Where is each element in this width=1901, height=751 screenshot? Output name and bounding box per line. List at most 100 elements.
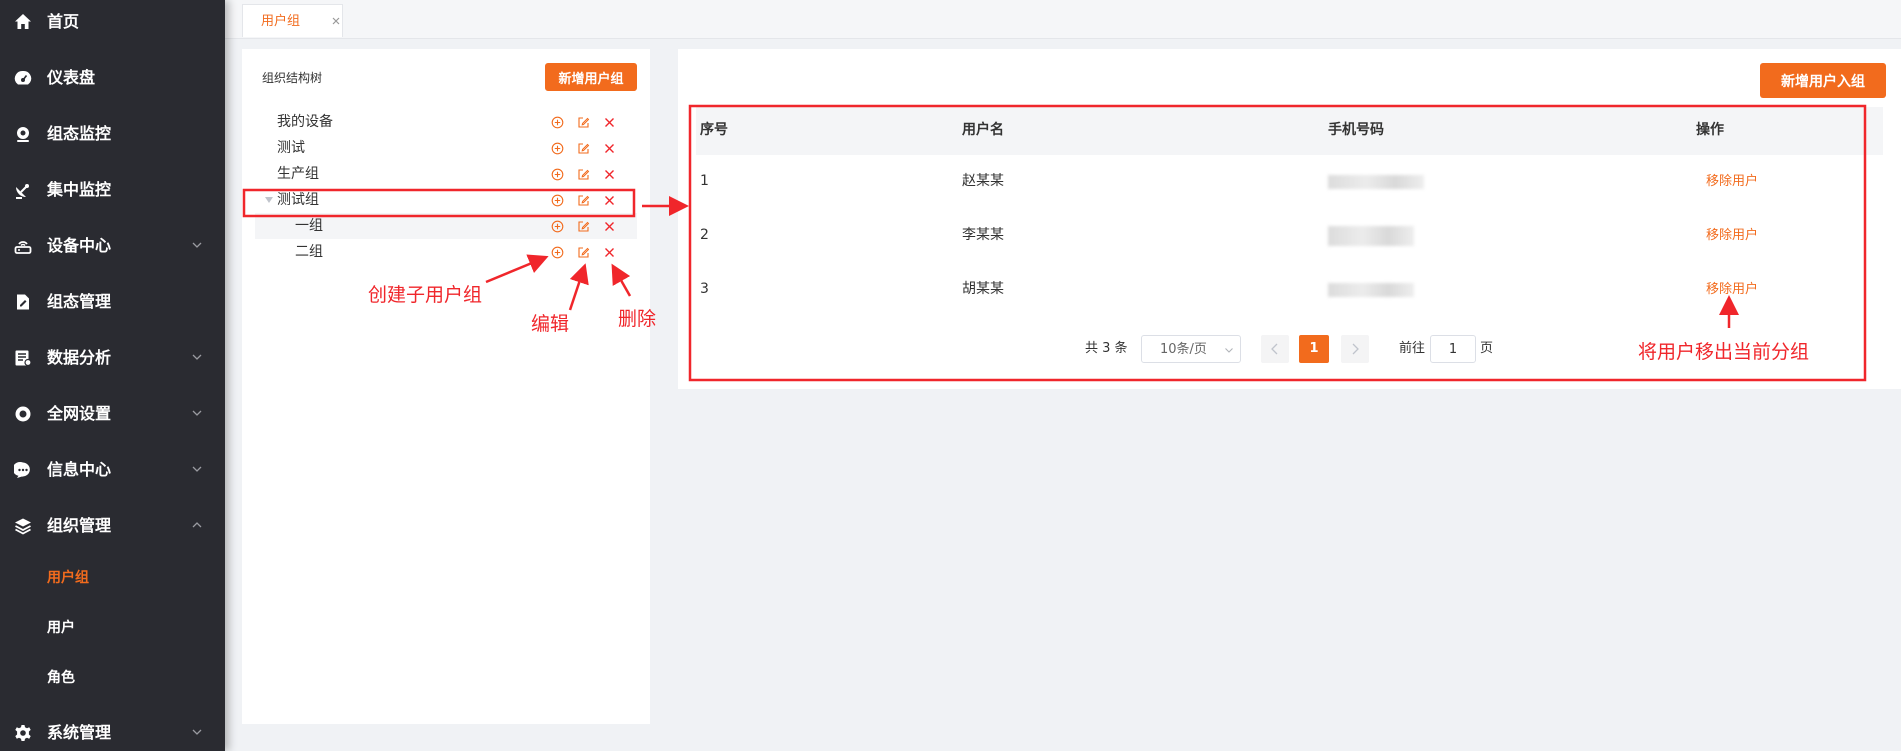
prev-page-button[interactable] <box>1261 335 1289 363</box>
tree-node-my-devices[interactable]: 我的设备 <box>255 109 637 135</box>
tab-bar: 用户组 <box>225 0 1901 39</box>
row-username: 赵某某 <box>962 173 1004 189</box>
ring-icon <box>15 406 31 422</box>
page-suffix: 页 <box>1480 341 1494 356</box>
row-username: 李某某 <box>962 227 1004 243</box>
tree-node-label: 二组 <box>295 244 323 260</box>
remove-user-link[interactable]: 移除用户 <box>1706 228 1758 243</box>
menu-label: 数据分析 <box>47 348 112 367</box>
close-icon[interactable] <box>331 16 341 26</box>
delete-icon[interactable] <box>603 142 616 155</box>
add-circle-icon[interactable] <box>551 142 564 155</box>
menu-label: 设备中心 <box>47 236 112 255</box>
annotation-create-sub-group: 创建子用户组 <box>368 284 483 306</box>
menu-label: 系统管理 <box>47 723 112 742</box>
column-header-phone: 手机号码 <box>1328 122 1384 138</box>
webcam-icon <box>17 127 29 142</box>
chevron-down-icon <box>192 354 202 360</box>
row-index: 2 <box>700 227 709 243</box>
submenu-label: 角色 <box>47 670 75 686</box>
chevron-down-icon <box>192 410 202 416</box>
edit-icon[interactable] <box>577 168 590 181</box>
caret-down-icon[interactable] <box>265 197 273 203</box>
tree-node-label: 一组 <box>295 218 323 234</box>
edit-icon[interactable] <box>577 220 590 233</box>
group-users-panel: 新增用户入组 序号 用户名 手机号码 操作 1 赵某某 移除用户 2 李某某 移… <box>678 49 1901 389</box>
submenu-label: 用户 <box>47 620 75 636</box>
row-index: 1 <box>700 173 709 189</box>
gear-icon <box>15 725 31 741</box>
router-icon <box>14 241 32 254</box>
phone-redacted <box>1328 283 1414 297</box>
tree-node-test[interactable]: 测试 <box>255 135 637 161</box>
add-circle-icon[interactable] <box>551 220 564 233</box>
tree-node-group-one[interactable]: 一组 <box>255 213 637 239</box>
menu-label: 组态管理 <box>47 292 112 311</box>
add-circle-icon[interactable] <box>551 168 564 181</box>
menu-item-config-manage[interactable]: 组态管理 <box>0 282 225 322</box>
submenu-item-user-group[interactable]: 用户组 <box>0 560 225 596</box>
menu-item-org-manage[interactable]: 组织管理 <box>0 506 225 546</box>
tree-node-production[interactable]: 生产组 <box>255 161 637 187</box>
menu-item-config-monitor[interactable]: 组态监控 <box>0 114 225 154</box>
menu-item-network-settings[interactable]: 全网设置 <box>0 394 225 434</box>
edit-icon[interactable] <box>577 194 590 207</box>
add-circle-icon[interactable] <box>551 116 564 129</box>
next-page-button[interactable] <box>1341 335 1369 363</box>
tab-label: 用户组 <box>261 14 301 29</box>
submenu-item-role[interactable]: 角色 <box>0 660 225 696</box>
chat-icon <box>14 461 30 478</box>
menu-item-dashboard[interactable]: 仪表盘 <box>0 58 225 98</box>
table-row: 3 胡某某 移除用户 <box>696 263 1883 317</box>
add-user-to-group-button[interactable]: 新增用户入组 <box>1760 63 1886 98</box>
page-size-select[interactable]: 10条/页 <box>1141 335 1241 363</box>
remove-user-link[interactable]: 移除用户 <box>1706 174 1758 189</box>
row-username: 胡某某 <box>962 281 1004 297</box>
menu-item-data-analysis[interactable]: 数据分析 <box>0 338 225 378</box>
delete-icon[interactable] <box>603 220 616 233</box>
delete-icon[interactable] <box>603 246 616 259</box>
sidebar: 首页 仪表盘 组态监控 集中监控 设备中心 组态管理 数据分析 全网设置 信息中… <box>0 0 225 751</box>
column-header-action: 操作 <box>1696 122 1724 138</box>
tab-user-group[interactable]: 用户组 <box>242 4 343 37</box>
menu-item-home[interactable]: 首页 <box>0 2 225 42</box>
add-circle-icon[interactable] <box>551 246 564 259</box>
phone-redacted <box>1328 175 1424 189</box>
edit-icon[interactable] <box>577 246 590 259</box>
home-icon <box>15 14 31 29</box>
table-row: 2 李某某 移除用户 <box>696 209 1883 263</box>
pagination-total: 共 3 条 <box>1085 341 1128 356</box>
add-user-group-button[interactable]: 新增用户组 <box>545 63 637 91</box>
chevron-left-icon <box>1271 343 1278 355</box>
chevron-down-icon <box>192 466 202 472</box>
chevron-down-icon <box>192 729 202 735</box>
delete-icon[interactable] <box>603 168 616 181</box>
satellite-dish-icon <box>16 184 29 199</box>
remove-user-link[interactable]: 移除用户 <box>1706 282 1758 297</box>
tree-node-label: 我的设备 <box>277 114 333 130</box>
delete-icon[interactable] <box>603 116 616 129</box>
goto-page-input[interactable] <box>1430 335 1476 363</box>
row-index: 3 <box>700 281 709 297</box>
menu-label: 首页 <box>47 12 80 31</box>
phone-redacted <box>1328 226 1414 246</box>
add-circle-icon[interactable] <box>551 194 564 207</box>
menu-item-device-center[interactable]: 设备中心 <box>0 226 225 266</box>
submenu-item-user[interactable]: 用户 <box>0 610 225 646</box>
tree-node-group-two[interactable]: 二组 <box>255 239 637 265</box>
edit-icon[interactable] <box>577 142 590 155</box>
delete-icon[interactable] <box>603 194 616 207</box>
edit-icon[interactable] <box>577 116 590 129</box>
menu-item-message-center[interactable]: 信息中心 <box>0 450 225 490</box>
document-edit-icon <box>17 294 29 310</box>
menu-label: 集中监控 <box>47 180 112 199</box>
chevron-right-icon <box>1352 343 1359 355</box>
report-icon <box>15 350 32 367</box>
page-number-current[interactable]: 1 <box>1299 335 1329 363</box>
layers-icon <box>15 518 31 535</box>
org-tree-panel: 组织结构树 新增用户组 我的设备 测试 生产组 测试组 一组 二组 <box>242 49 650 724</box>
tree-node-test-group[interactable]: 测试组 <box>255 187 637 213</box>
menu-item-system-manage[interactable]: 系统管理 <box>0 713 225 751</box>
tree-node-label: 测试 <box>277 140 305 156</box>
menu-item-central-monitor[interactable]: 集中监控 <box>0 170 225 210</box>
